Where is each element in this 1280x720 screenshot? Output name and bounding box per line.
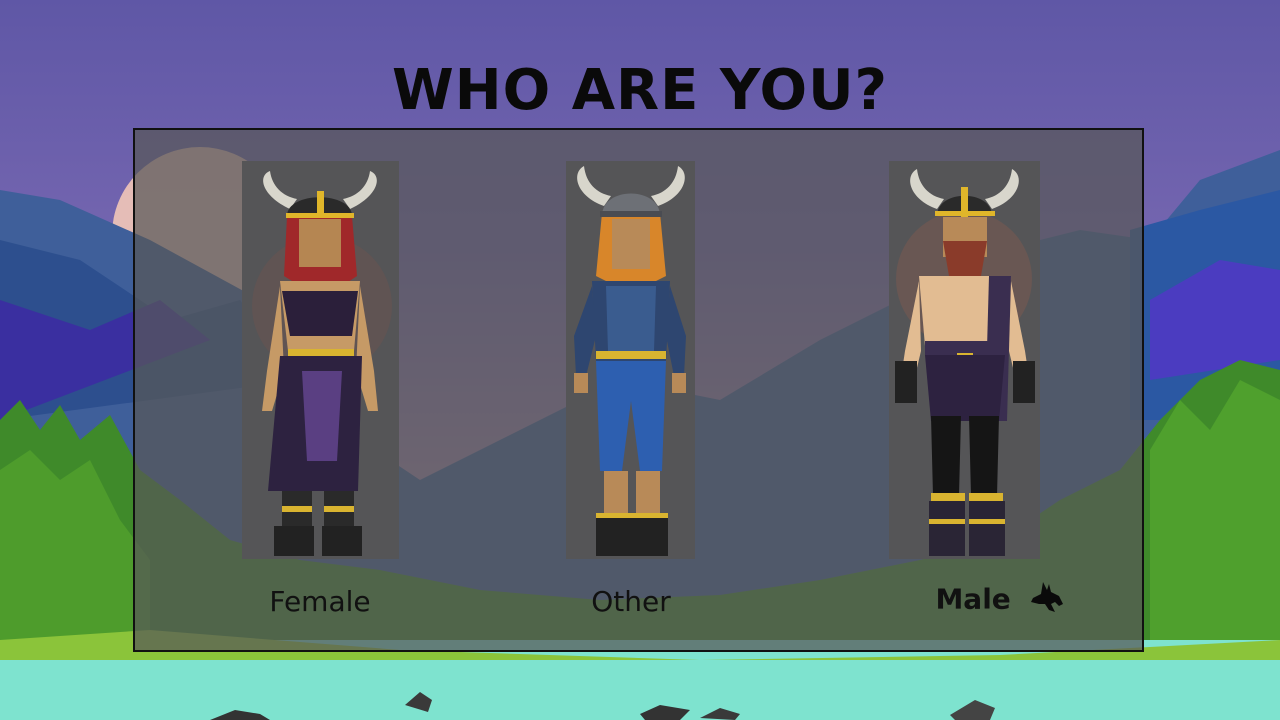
other-label[interactable]: Other <box>536 585 726 618</box>
raven-icon <box>1029 580 1065 621</box>
other-viking-figure <box>574 166 686 556</box>
page-title: WHO ARE YOU? <box>391 58 889 123</box>
female-character-card[interactable] <box>242 161 399 559</box>
female-viking-figure <box>252 171 392 556</box>
female-label[interactable]: Female <box>225 585 415 618</box>
male-viking-figure <box>895 169 1035 556</box>
character-select-panel: Female Other Male <box>133 128 1144 652</box>
male-character-card[interactable] <box>889 161 1040 559</box>
other-character-card[interactable] <box>566 161 695 559</box>
male-label[interactable]: Male <box>920 580 1080 621</box>
